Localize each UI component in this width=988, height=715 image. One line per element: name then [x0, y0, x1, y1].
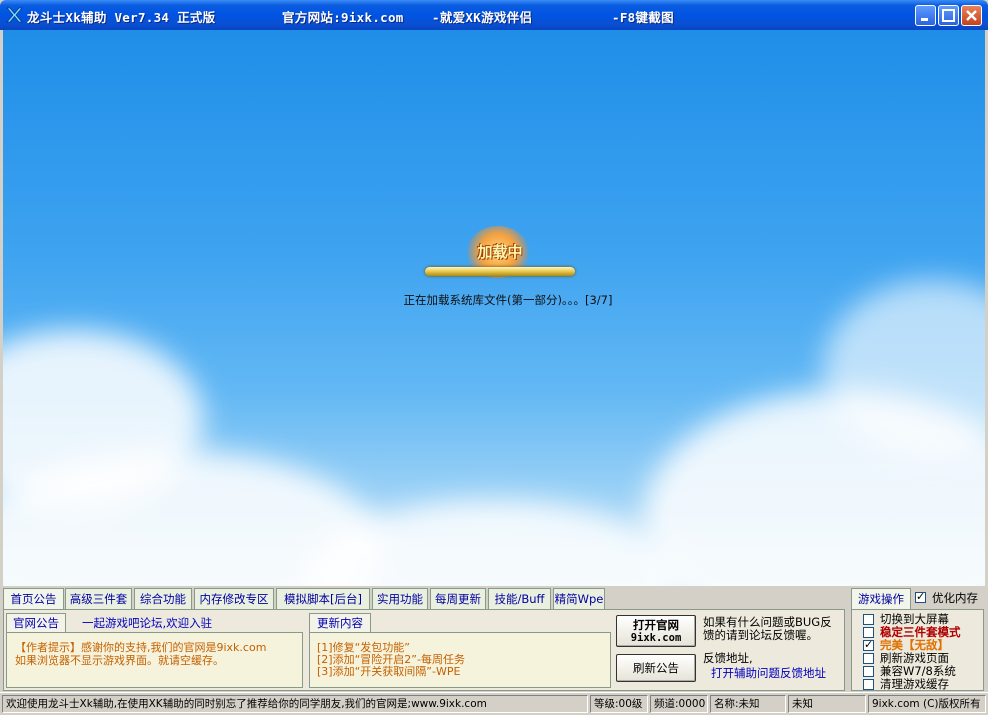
game-option-checkbox[interactable]: [863, 679, 874, 690]
app-title: 龙斗士Xk辅助 Ver7.34 正式版: [27, 10, 216, 25]
refresh-notice-button[interactable]: 刷新公告: [616, 654, 696, 682]
status-bar: 欢迎使用龙斗士Xk辅助,在使用XK辅助的同时别忘了推荐给你的同学朋友,我们的官网…: [0, 692, 988, 715]
update-item: [3]添加“开关获取间隔”-WPE: [317, 665, 461, 678]
open-site-url: 9ixk.com: [630, 632, 682, 644]
loading-indicator: 加载中: [423, 226, 579, 286]
tab-wpe[interactable]: 精简Wpe: [553, 588, 605, 610]
notice-line: 【作者提示】感谢你的支持,我们的官网是9ixk.com: [15, 641, 267, 654]
game-option-label: 清理游戏缓存: [880, 677, 949, 691]
subtab-notice[interactable]: 官网公告: [6, 613, 66, 633]
site-text: 官方网站:9ixk.com: [282, 10, 404, 25]
hotkey-hint: -F8键截图: [612, 10, 674, 25]
game-option-label: 稳定三件套模式: [880, 625, 961, 639]
close-icon: [966, 10, 977, 21]
close-button[interactable]: [961, 5, 982, 26]
status-copyright: 9ixk.com (C)版权所有: [868, 695, 986, 713]
game-option-label: 兼容W7/8系统: [880, 664, 956, 678]
status-welcome: 欢迎使用龙斗士Xk辅助,在使用XK辅助的同时别忘了推荐给你的同学朋友,我们的官网…: [2, 695, 588, 713]
tab-skill-buff[interactable]: 技能/Buff: [488, 588, 551, 610]
open-site-button[interactable]: 打开官网 9ixk.com: [616, 615, 696, 647]
minimize-button[interactable]: [915, 5, 936, 26]
game-option-label: 完美【无敌】: [880, 638, 949, 652]
tab-memory[interactable]: 内存修改专区: [194, 588, 274, 610]
tab-weekly[interactable]: 每周更新: [430, 588, 486, 610]
status-level: 等级:00级: [590, 695, 648, 713]
status-unknown: 未知: [788, 695, 866, 713]
tab-utility[interactable]: 实用功能: [372, 588, 428, 610]
game-option-checkbox[interactable]: [863, 666, 874, 677]
updates-box: [1]修复“发包功能” [2]添加“冒险开启2”-每周任务 [3]添加“开关获取…: [309, 632, 611, 688]
feedback-address-label: 反馈地址,: [703, 651, 753, 665]
open-site-label: 打开官网: [633, 618, 679, 632]
game-view[interactable]: 加载中 正在加载系统库文件(第一部分)。。。[3/7]: [3, 30, 985, 586]
tab-home[interactable]: 首页公告: [3, 588, 64, 610]
forum-link[interactable]: 一起游戏吧论坛,欢迎入驻: [82, 615, 212, 631]
feedback-text: 馈的请到论坛反馈喔。: [703, 628, 818, 642]
game-option-checkbox[interactable]: [863, 638, 874, 651]
game-option-checkbox[interactable]: [863, 653, 874, 664]
app-logo-icon: [6, 7, 23, 23]
status-name: 名称:未知: [710, 695, 786, 713]
tab-general[interactable]: 综合功能: [134, 588, 192, 610]
title-bar[interactable]: 龙斗士Xk辅助 Ver7.34 正式版 官方网站:9ixk.com -就爱XK游…: [0, 0, 988, 30]
game-option-label: 刷新游戏页面: [880, 651, 949, 665]
game-ops-panel: 切换到大屏幕稳定三件套模式完美【无敌】刷新游戏页面兼容W7/8系统清理游戏缓存: [851, 609, 984, 691]
slogan-text: -就爱XK游戏伴侣: [432, 10, 533, 25]
feedback-link[interactable]: 打开辅助问题反馈地址: [711, 667, 826, 680]
tab-advanced-set[interactable]: 高级三件套: [65, 588, 132, 610]
loading-badge-text: 加载中: [477, 243, 523, 261]
tab-game-ops[interactable]: 游戏操作: [851, 588, 911, 610]
home-panel: 官网公告 一起游戏吧论坛,欢迎入驻 【作者提示】感谢你的支持,我们的官网是9ix…: [3, 609, 845, 691]
optimize-memory-label: 优化内存: [932, 591, 978, 605]
maximize-icon: [942, 9, 955, 22]
loading-bar: [425, 267, 575, 276]
notice-box: 【作者提示】感谢你的支持,我们的官网是9ixk.com 如果浏览器不显示游戏界面…: [6, 632, 303, 688]
minimize-icon: [921, 18, 928, 21]
game-option-checkbox[interactable]: [863, 627, 874, 638]
notice-line: 如果浏览器不显示游戏界面。就请空缓存。: [15, 654, 224, 667]
subtab-updates[interactable]: 更新内容: [309, 613, 371, 633]
status-channel: 频道:0000: [650, 695, 708, 713]
game-option-checkbox[interactable]: [863, 614, 874, 625]
game-option-label: 切换到大屏幕: [880, 612, 949, 626]
maximize-button[interactable]: [938, 5, 959, 26]
tab-script[interactable]: 模拟脚本[后台]: [276, 588, 370, 610]
loading-message: 正在加载系统库文件(第一部分)。。。[3/7]: [403, 293, 613, 307]
optimize-memory-checkbox[interactable]: [915, 590, 926, 603]
